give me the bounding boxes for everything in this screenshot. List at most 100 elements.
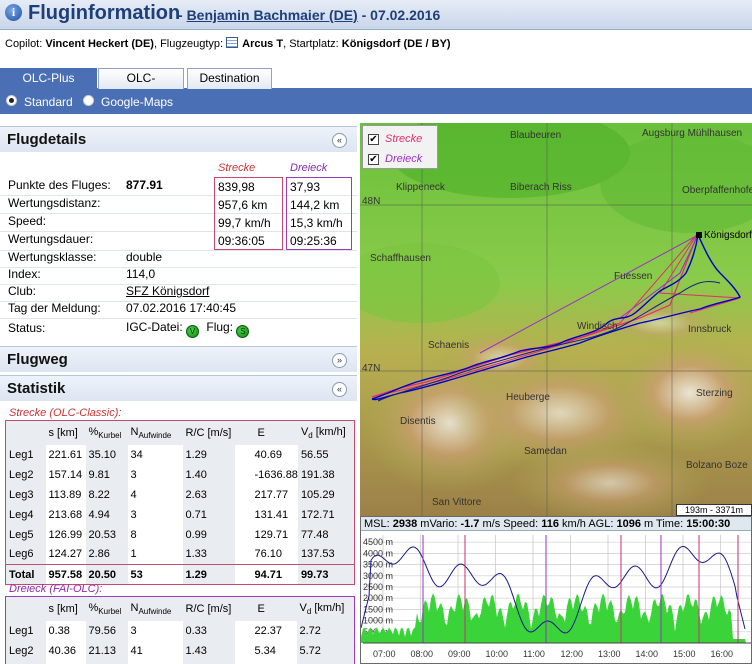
y-axis-label: 3500 m: [363, 560, 393, 570]
tab-olc-plus[interactable]: OLC-Plus: [0, 68, 97, 90]
status-values: IGC-Datei: V Flug: S: [126, 320, 250, 338]
table-cell: 79.56: [85, 620, 128, 641]
table-cell: 4.94: [85, 504, 128, 525]
igc-ok-icon[interactable]: V: [186, 325, 200, 338]
radio-google-maps-label[interactable]: Google-Maps: [101, 95, 173, 109]
flugweg-header[interactable]: Flugweg »: [0, 346, 357, 372]
table-cell: 5.34: [254, 644, 276, 657]
map-place: Königsdorf: [704, 230, 752, 241]
y-axis-label: 3000 m: [363, 571, 393, 581]
barogram-panel[interactable]: MSL: 2938 mVario: -1.7 m/s Speed: 116 km…: [360, 516, 752, 664]
table-row: Leg1 0.38 79.56 3 0.33 22.37 2.72: [5, 620, 355, 641]
flug-ok-icon[interactable]: S: [236, 325, 250, 338]
pilot-link[interactable]: Benjamin Bachmaier (DE): [187, 7, 358, 23]
flight-date: - 07.02.2016: [361, 7, 441, 23]
divider: [0, 267, 357, 268]
table-cell: Leg1: [5, 444, 46, 465]
table-cell: 35.10: [85, 444, 128, 465]
table-cell: 40.69: [254, 448, 283, 461]
table-cell: Leg5: [5, 524, 46, 545]
map-place: Samedan: [524, 446, 567, 457]
map-place: Disentis: [400, 416, 436, 427]
table-row: Leg4 213.68 4.94 3 0.71 131.41 172.71: [5, 504, 355, 525]
map-place: Biberach Riss: [510, 182, 572, 193]
club-link[interactable]: SFZ Königsdorf: [126, 284, 209, 298]
table-cell: 109.86: [235, 661, 297, 664]
detail-value-index: 114,0: [126, 267, 156, 281]
strecke-distanz: 957,6 km: [218, 198, 268, 212]
dreieck-speed: 15,3 km/h: [290, 216, 343, 230]
x-axis-label: 15:00: [673, 649, 696, 659]
track-legend: ✔ Strecke ✔ Dreieck: [362, 125, 438, 169]
table-cell: 63.39: [46, 661, 86, 664]
tab-olc-league[interactable]: OLC-League: [98, 68, 184, 104]
table-cell: 213.68: [48, 508, 83, 521]
legend-dreieck: Dreieck: [385, 153, 423, 165]
radio-standard-label[interactable]: Standard: [24, 95, 73, 109]
table-cell: 40.36: [48, 644, 77, 657]
table-cell: 0.38: [48, 624, 70, 637]
table-cell: 4: [130, 488, 137, 501]
x-axis-label: 11:00: [523, 649, 545, 659]
table-cell: 34: [130, 448, 143, 461]
divider: [0, 318, 357, 319]
table-cell: 105.29: [297, 484, 355, 505]
table-cell: 1.43: [182, 640, 235, 661]
tab-destination[interactable]: Destination: [187, 68, 272, 89]
col-e: E: [234, 596, 297, 621]
table-cell: 53: [127, 564, 183, 585]
x-axis-label: 09:00: [448, 649, 471, 659]
collapse-flugdetails-icon[interactable]: «: [332, 133, 347, 148]
table-cell: 21.13: [85, 640, 128, 661]
table-cell: 1: [128, 661, 183, 664]
table-cell: 5.72: [296, 640, 355, 661]
radio-standard[interactable]: [6, 95, 17, 106]
table-cell: 3: [130, 508, 137, 521]
col-kurbel: %Kurbel: [85, 420, 128, 445]
strecke-checkbox[interactable]: ✔: [368, 134, 379, 145]
flugweg-title: Flugweg: [7, 351, 68, 368]
x-axis-label: 10:00: [486, 649, 509, 659]
col-leg: [5, 420, 46, 445]
table-cell: -1636.88: [254, 468, 298, 481]
flight-map[interactable]: Blaubeuren Augsburg Mühlhausen Klippenec…: [360, 123, 752, 516]
detail-label-distanz: Wertungsdistanz:: [8, 196, 101, 210]
radio-google-maps[interactable]: [83, 95, 94, 106]
detail-label-klasse: Wertungsklasse:: [8, 250, 97, 264]
start-marker-icon: [696, 232, 702, 238]
table-row: Leg363.397.3110.71109.86101.69: [5, 660, 355, 664]
table-cell: 124.27: [48, 548, 83, 561]
table-cell: 131.41: [254, 508, 289, 521]
title-separator: -: [178, 7, 183, 23]
col-s: s [km]: [45, 596, 86, 621]
strecke-speed: 99,7 km/h: [218, 216, 271, 230]
col-aufwinde: NAufwinde: [127, 596, 183, 621]
col-s: s [km]: [45, 420, 86, 445]
aircraft-table-icon[interactable]: [226, 37, 239, 48]
start-place: Königsdorf (DE / BY): [341, 38, 451, 50]
info-icon: i: [5, 4, 22, 21]
tab-bar: OLC-Plus OLC-League Destination: [0, 67, 752, 104]
dreieck-checkbox[interactable]: ✔: [368, 154, 379, 165]
table-cell: 157.14: [48, 468, 83, 481]
copilot-label: Copilot:: [5, 38, 43, 50]
table-cell: 0.71: [182, 660, 235, 664]
map-place: Augsburg Mühlhausen: [642, 128, 743, 139]
legend-strecke: Strecke: [385, 133, 423, 145]
table-header-row: s [km] %Kurbel NAufwinde R/C [m/s] E Vd …: [5, 596, 355, 621]
dreieck-stats-table: s [km] %Kurbel NAufwinde R/C [m/s] E Vd …: [5, 596, 355, 664]
terrain-profile: [361, 593, 746, 643]
map-place: Blaubeuren: [510, 130, 562, 141]
latitude-label: 47N: [362, 363, 381, 374]
map-place: Innsbruck: [688, 324, 732, 335]
expand-flugweg-icon[interactable]: »: [332, 353, 347, 368]
collapse-statistik-icon[interactable]: «: [332, 382, 347, 397]
detail-label-meldung: Tag der Meldung:: [8, 301, 101, 315]
col-rc: R/C [m/s]: [182, 596, 235, 621]
strecke-punkte: 839,98: [218, 180, 255, 194]
table-cell: Leg3: [5, 484, 46, 505]
map-place: Fuessen: [614, 271, 653, 282]
detail-label-speed: Speed:: [8, 214, 47, 228]
table-cell: 77.48: [297, 524, 355, 545]
detail-label-club: Club:: [8, 284, 37, 298]
